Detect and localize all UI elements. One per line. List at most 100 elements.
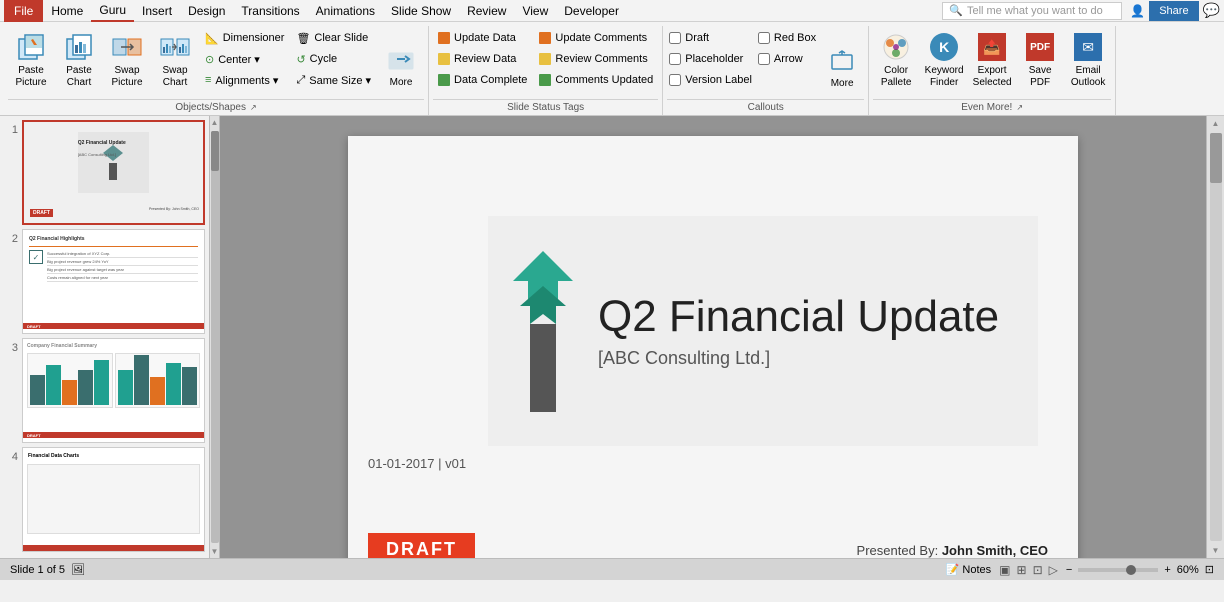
status-col2: Update Comments Review Comments Comments…: [534, 26, 658, 90]
menu-design[interactable]: Design: [180, 0, 233, 22]
paste-chart-icon: [63, 31, 95, 63]
placeholder-checkbox[interactable]: [669, 53, 681, 65]
arrow-checkbox[interactable]: [758, 53, 770, 65]
reading-view-icon[interactable]: ⊡: [1031, 563, 1045, 577]
dimensioner-button[interactable]: 📐 Dimensioner: [200, 28, 289, 48]
red-box-checkbox[interactable]: [758, 32, 770, 44]
menu-guru[interactable]: Guru: [91, 0, 134, 22]
draft-label: Draft: [685, 32, 709, 44]
slide-2-bullet-3: Big project revenue against target was y…: [47, 266, 198, 274]
bar-7: [134, 355, 149, 405]
slide-thumb-2[interactable]: Q2 Financial Highlights ✓ Successful int…: [22, 229, 205, 334]
even-more-expand-icon[interactable]: ↗: [1016, 103, 1023, 112]
export-selected-button[interactable]: 📤 ExportSelected: [969, 26, 1015, 92]
draft-checkbox-label[interactable]: Draft: [667, 28, 754, 48]
slide-thumb-1[interactable]: Q2 Financial Update [ABC Consulting Ltd.…: [22, 120, 205, 225]
menu-review[interactable]: Review: [459, 0, 514, 22]
menu-developer[interactable]: Developer: [556, 0, 627, 22]
slide-sorter-icon[interactable]: ⊞: [1015, 563, 1029, 577]
callouts-more-button[interactable]: More: [820, 26, 864, 92]
center-button[interactable]: ⊙ Center ▾: [200, 49, 289, 69]
swap-chart-button[interactable]: SwapChart: [152, 26, 198, 92]
version-label-checkbox[interactable]: [669, 74, 681, 86]
slide-thumb-2-inner: Q2 Financial Highlights ✓ Successful int…: [23, 230, 204, 333]
same-size-icon: ⤢: [296, 74, 305, 87]
zoom-out-icon[interactable]: −: [1066, 564, 1072, 576]
save-pdf-label: SavePDF: [1029, 65, 1052, 89]
data-complete-button[interactable]: Data Complete: [433, 70, 532, 90]
even-more-content: ColorPallete K KeywordFinder 📤 ExportSel…: [873, 26, 1111, 97]
paste-picture-button[interactable]: PastePicture: [8, 26, 54, 92]
menu-insert[interactable]: Insert: [134, 0, 180, 22]
placeholder-checkbox-label[interactable]: Placeholder: [667, 49, 754, 69]
slide-thumb-3-inner: Company Financial Summary: [23, 339, 204, 442]
slide-num-3: 3: [4, 338, 18, 354]
review-comments-button[interactable]: Review Comments: [534, 49, 658, 69]
callouts-more-label: More: [831, 78, 854, 89]
data-complete-color: [438, 74, 450, 86]
slide-2-title: Q2 Financial Highlights: [29, 236, 85, 242]
objects-more-icon: [385, 43, 417, 75]
slide-sub-title: [ABC Consulting Ltd.]: [598, 348, 999, 369]
zoom-slider[interactable]: [1078, 568, 1158, 572]
notes-label[interactable]: 📝 Notes: [946, 563, 992, 576]
slideshow-icon[interactable]: ▷: [1047, 563, 1060, 577]
search-box[interactable]: 🔍 Tell me what you want to do: [942, 2, 1122, 20]
canvas-scrollbar[interactable]: ▲ ▼: [1206, 116, 1224, 558]
slide-content: Q2 Financial Update [ABC Consulting Ltd.…: [348, 136, 1078, 558]
scrollbar-up[interactable]: ▲: [209, 116, 221, 129]
red-box-checkbox-label[interactable]: Red Box: [756, 28, 818, 48]
menu-home[interactable]: Home: [43, 0, 91, 22]
clear-slide-button[interactable]: 🗑 Clear Slide: [291, 28, 376, 48]
swap-picture-button[interactable]: SwapPicture: [104, 26, 150, 92]
email-outlook-label: EmailOutlook: [1071, 65, 1105, 89]
alignments-label: Alignments ▾: [215, 74, 278, 87]
alignments-button[interactable]: ≡ Alignments ▾: [200, 70, 289, 90]
share-button[interactable]: Share: [1149, 1, 1198, 21]
zoom-thumb: [1126, 565, 1136, 575]
fit-icon[interactable]: ⊡: [1205, 563, 1214, 576]
review-data-button[interactable]: Review Data: [433, 49, 532, 69]
email-icon-graphic: ✉: [1074, 33, 1102, 61]
slide-canvas: Q2 Financial Update [ABC Consulting Ltd.…: [348, 136, 1078, 558]
save-pdf-button[interactable]: PDF SavePDF: [1017, 26, 1063, 92]
version-label-checkbox-label[interactable]: Version Label: [667, 70, 754, 90]
normal-view-icon[interactable]: ▣: [997, 563, 1012, 577]
menu-view[interactable]: View: [514, 0, 556, 22]
zoom-level: 60%: [1177, 564, 1199, 576]
color-palette-button[interactable]: ColorPallete: [873, 26, 919, 92]
update-data-button[interactable]: Update Data: [433, 28, 532, 48]
arrow-checkbox-label[interactable]: Arrow: [756, 49, 818, 69]
slide-thumb-3[interactable]: Company Financial Summary: [22, 338, 205, 443]
menu-animations[interactable]: Animations: [308, 0, 383, 22]
bar-10: [182, 367, 197, 405]
menu-transitions[interactable]: Transitions: [233, 0, 307, 22]
draft-checkbox[interactable]: [669, 32, 681, 44]
cycle-button[interactable]: ↺ Cycle: [291, 49, 376, 69]
objects-more-button[interactable]: More: [378, 26, 424, 92]
center-icon: ⊙: [205, 53, 214, 66]
slide-panel-scrollbar[interactable]: ▲ ▼: [210, 116, 220, 558]
comments-updated-color: [539, 74, 551, 86]
same-size-button[interactable]: ⤢ Same Size ▾: [291, 70, 376, 90]
dimensioner-label: Dimensioner: [223, 32, 285, 44]
file-menu-button[interactable]: File: [4, 0, 43, 22]
scrollbar-thumb[interactable]: [211, 131, 219, 171]
cycle-icon: ↺: [296, 53, 305, 66]
email-outlook-button[interactable]: ✉ EmailOutlook: [1065, 26, 1111, 92]
objects-expand-icon[interactable]: ↗: [250, 103, 257, 112]
keyword-finder-button[interactable]: K KeywordFinder: [921, 26, 967, 92]
swap-picture-icon: [111, 31, 143, 63]
canvas-scrollbar-down[interactable]: ▼: [1209, 543, 1223, 558]
canvas-scrollbar-up[interactable]: ▲: [1209, 116, 1223, 131]
canvas-scrollbar-thumb[interactable]: [1210, 133, 1222, 183]
scrollbar-down[interactable]: ▼: [209, 545, 221, 558]
slide-thumb-4[interactable]: Financial Data Charts: [22, 447, 205, 552]
update-comments-button[interactable]: Update Comments: [534, 28, 658, 48]
menu-slideshow[interactable]: Slide Show: [383, 0, 459, 22]
comments-updated-button[interactable]: Comments Updated: [534, 70, 658, 90]
zoom-in-icon[interactable]: +: [1164, 564, 1170, 576]
search-placeholder: Tell me what you want to do: [967, 5, 1103, 17]
slide-status-label: Slide Status Tags: [433, 99, 658, 115]
paste-chart-button[interactable]: PasteChart: [56, 26, 102, 92]
